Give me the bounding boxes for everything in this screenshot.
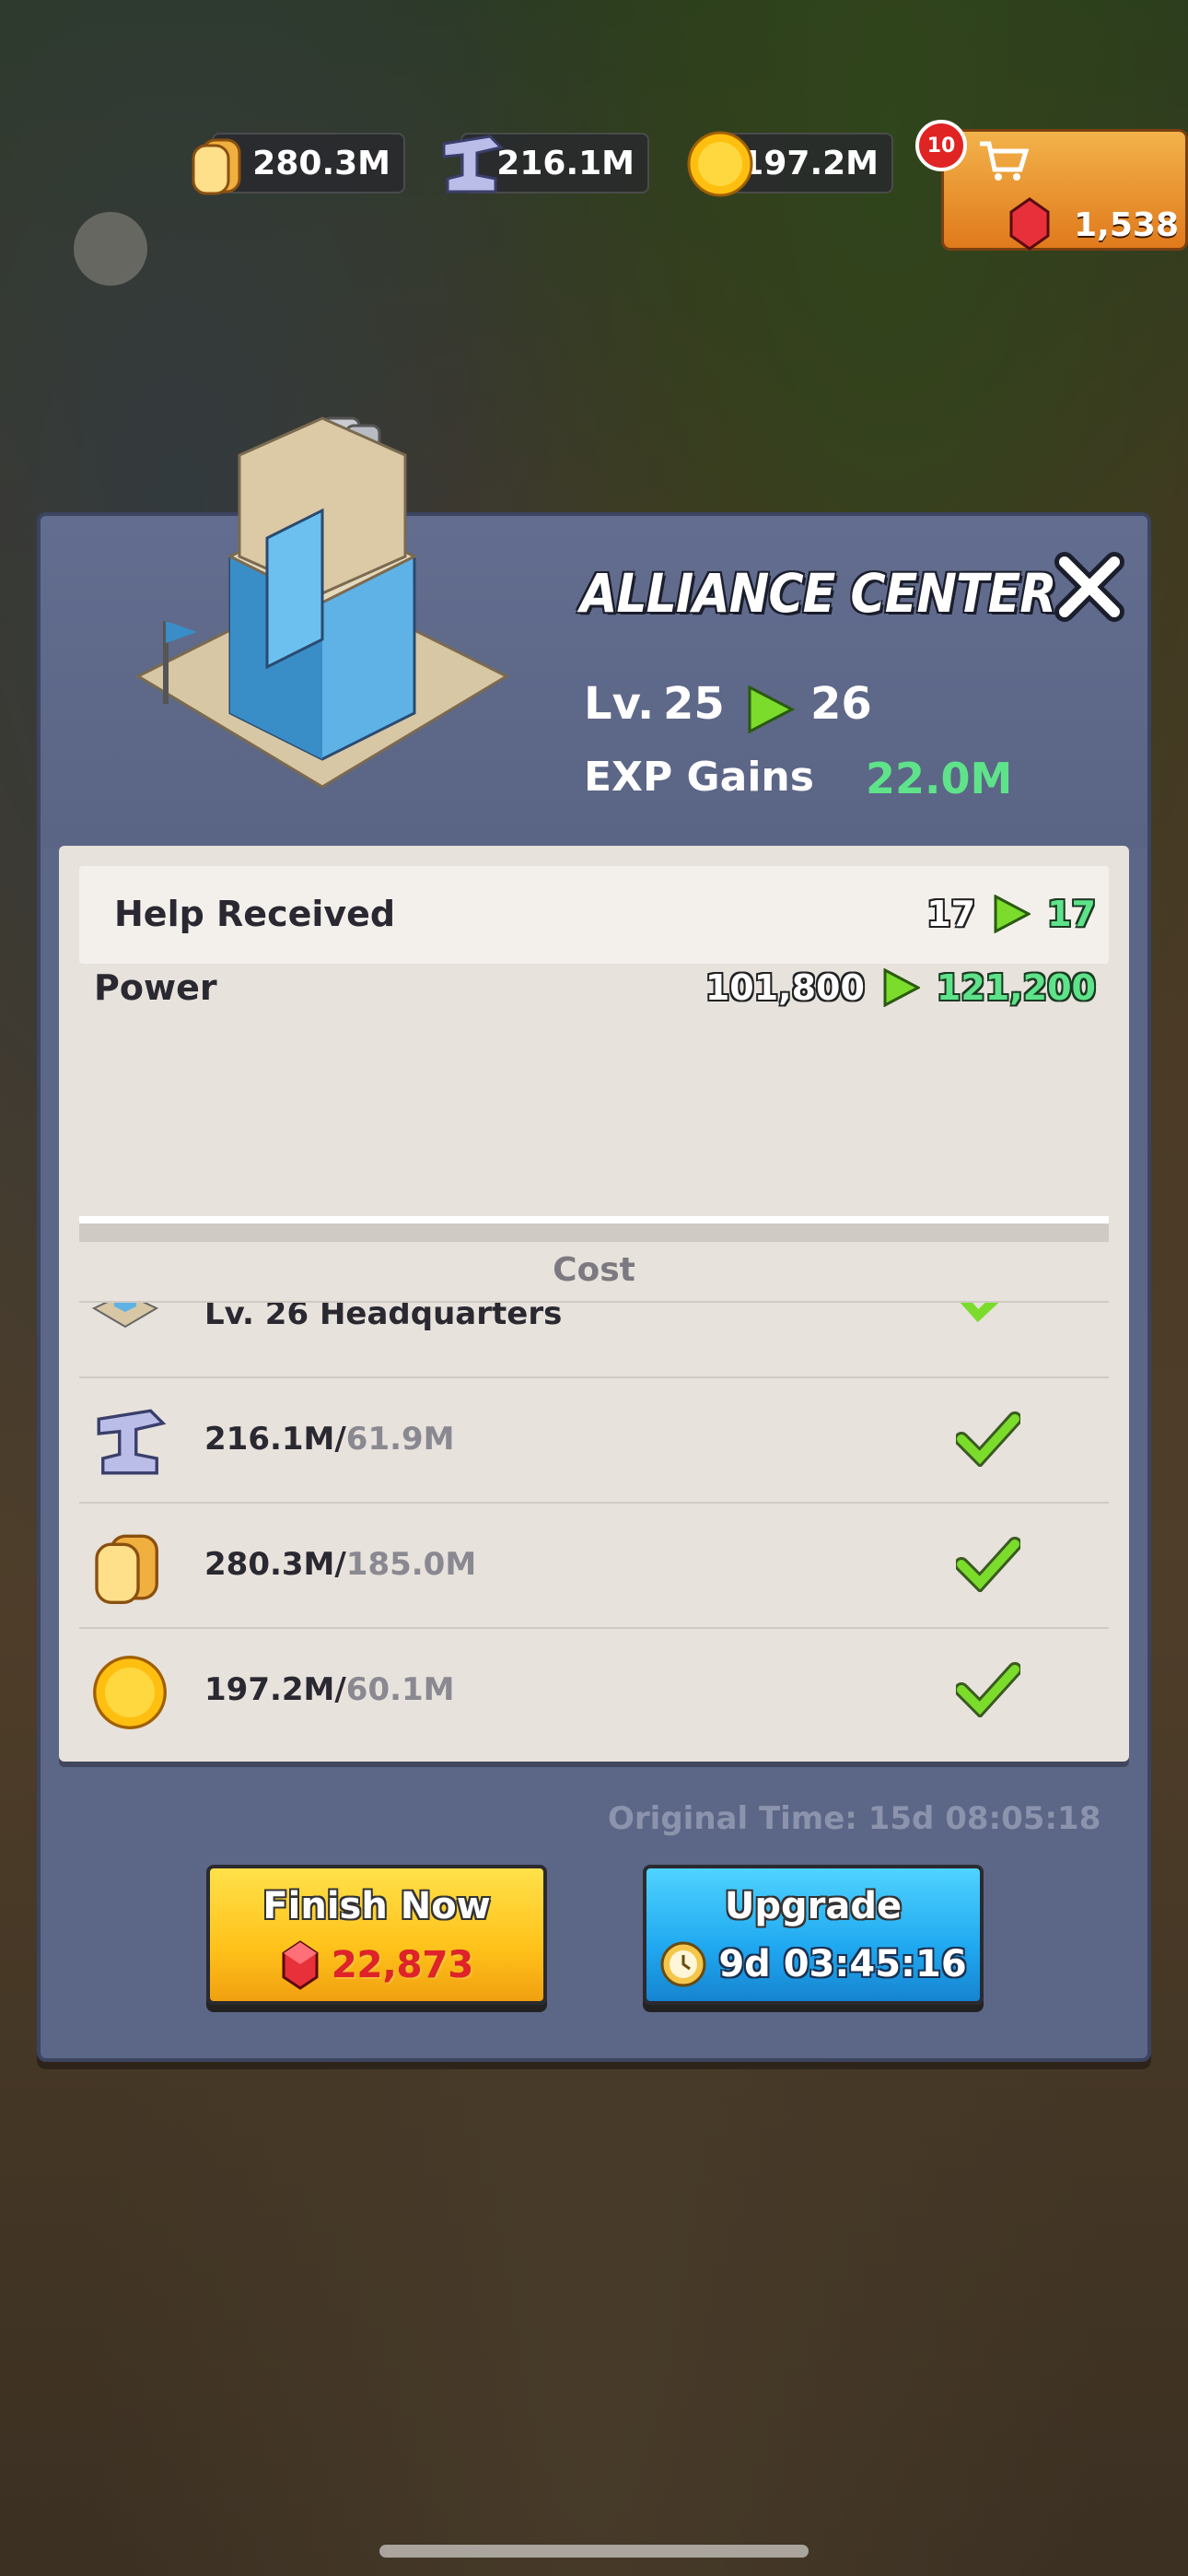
cost-row: 216.1M/61.9M — [79, 1378, 1109, 1502]
finish-now-button[interactable]: Finish Now 22,873 — [206, 1865, 547, 2005]
cost-amount: 216.1M/61.9M — [204, 1421, 455, 1458]
iron-value: 216.1M — [496, 144, 635, 182]
cost-row: 280.3M/185.0M — [79, 1504, 1109, 1627]
exp-value: 22.0M — [866, 754, 1013, 803]
cost-row: 197.2M/60.1M — [79, 1629, 1109, 1752]
cost-have: 280.3M/ — [204, 1546, 346, 1583]
gem-count: 1,538 — [1074, 206, 1179, 244]
stat-row-help: Help Received 17 17 — [79, 866, 1109, 964]
coin-icon — [687, 131, 753, 197]
arrow-right-icon — [748, 685, 796, 734]
stat-to: 121,200 — [936, 967, 1096, 1008]
coin-icon — [93, 1656, 167, 1729]
details-card: Help Received 17 17 Power 101,800 121,20… — [59, 846, 1129, 1762]
iron-icon — [442, 135, 504, 193]
stat-from: 101,800 — [705, 967, 865, 1008]
cart-icon — [980, 141, 1030, 181]
bread-resource[interactable]: 280.3M — [192, 133, 405, 195]
stat-label: Power — [94, 967, 217, 1008]
check-icon — [960, 1303, 999, 1323]
clock-icon — [660, 1941, 706, 1987]
cost-have: 216.1M/ — [204, 1421, 346, 1458]
bread-value: 280.3M — [252, 144, 390, 182]
arrow-right-icon — [883, 968, 920, 1007]
bread-icon — [192, 138, 241, 195]
bread-icon — [95, 1534, 158, 1604]
close-icon[interactable] — [1054, 551, 1125, 623]
check-icon — [956, 1411, 1020, 1467]
cost-row-requirement: Lv. 26 Headquarters — [79, 1303, 1109, 1354]
original-time: Original Time: 15d 08:05:18 — [608, 1800, 1101, 1837]
cost-need: 185.0M — [345, 1546, 477, 1583]
check-icon — [956, 1537, 1020, 1592]
stat-to: 17 — [1047, 894, 1096, 934]
shop-badge: 10 — [915, 120, 967, 171]
coin-value: 197.2M — [740, 144, 879, 182]
finish-label: Finish Now — [262, 1885, 491, 1927]
upgrade-time: 9d 03:45:16 — [718, 1943, 967, 1985]
cost-amount: 197.2M/60.1M — [204, 1671, 455, 1708]
upgrade-time-row: 9d 03:45:16 — [646, 1940, 980, 1988]
level-label: Lv. — [584, 678, 655, 730]
cost-amount: 280.3M/185.0M — [204, 1546, 476, 1583]
iron-resource[interactable]: 216.1M — [442, 133, 649, 193]
stat-values: 101,800 121,200 — [705, 967, 1096, 1008]
upgrade-button[interactable]: Upgrade 9d 03:45:16 — [643, 1865, 984, 2005]
home-indicator[interactable] — [379, 2545, 809, 2558]
gem-icon — [282, 1940, 319, 1990]
level-to: 26 — [810, 678, 872, 730]
exp-label: EXP Gains — [584, 754, 814, 801]
cost-have: 197.2M/ — [204, 1671, 346, 1708]
stat-from: 17 — [926, 894, 976, 934]
stat-values: 17 17 — [926, 894, 1096, 934]
cost-need: 61.9M — [345, 1421, 455, 1458]
requirement-text: Lv. 26 Headquarters — [204, 1303, 563, 1332]
event-icon[interactable] — [74, 212, 147, 286]
upgrade-label: Upgrade — [724, 1885, 903, 1927]
check-icon — [956, 1662, 1020, 1717]
finish-cost-row: 22,873 — [210, 1940, 543, 1990]
arrow-right-icon — [994, 895, 1031, 933]
level-from: 25 — [663, 678, 725, 730]
coin-resource[interactable]: 197.2M — [687, 131, 893, 197]
headquarters-icon — [91, 1303, 159, 1329]
building-title: ALLIANCE CENTER — [580, 562, 1056, 625]
cost-title: Cost — [553, 1251, 635, 1289]
finish-cost: 22,873 — [331, 1944, 474, 1986]
stat-label: Help Received — [114, 894, 396, 934]
section-divider — [79, 1216, 1109, 1242]
cost-need: 60.1M — [345, 1671, 455, 1708]
alliance-center-building-icon — [134, 416, 510, 789]
iron-icon — [97, 1409, 167, 1475]
